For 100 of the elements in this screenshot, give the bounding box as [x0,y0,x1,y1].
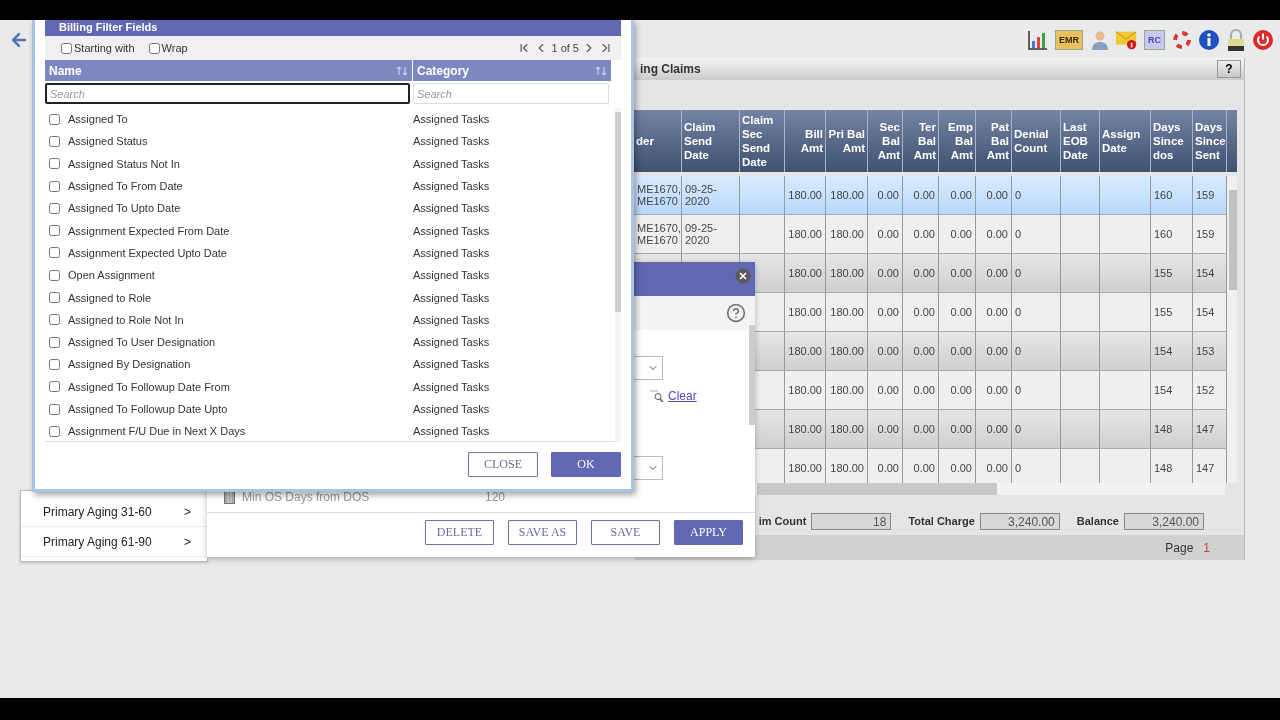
category-text: Assigned Tasks [413,269,491,282]
table-cell: 0.00 [868,293,903,331]
category-text: Assigned Tasks [413,403,491,415]
table-cell: 155 [1151,254,1193,292]
scrollbar[interactable] [1227,176,1237,483]
checkbox[interactable] [49,358,60,370]
table-cell: 180.00 [826,371,868,409]
rc-button[interactable]: RC [1144,30,1165,50]
table-cell: 180.00 [826,215,868,253]
table-cell: 0.00 [868,215,903,253]
field-name: Assigned To From Date [68,180,183,193]
column-header[interactable]: Bill Amt [785,110,826,172]
emr-button[interactable]: EMR [1055,30,1083,50]
category-text: Assigned Tasks [413,246,491,259]
summary-label: im Count [758,515,807,527]
dialog-button[interactable]: SAVE AS [508,520,577,545]
table-cell: 180.00 [785,293,826,331]
dialog-button[interactable]: CLOSE [468,452,538,477]
table-cell: 160 [1151,215,1193,253]
help-button[interactable]: ? [1217,60,1241,78]
column-header[interactable]: Pri Bal Amt [826,110,868,172]
table-cell: 0.00 [868,371,903,409]
summary-field: 18 [811,512,892,530]
checkbox[interactable] [49,336,60,348]
column-header[interactable]: Emp Bal Amt [939,110,976,172]
dialog-button[interactable]: SAVE [591,520,660,545]
table-row[interactable]: ME1670, ME1670 09-25-2020 180.00 180.00 0.00 0.00 0.00 0.00 0 160 159 [634,176,1227,215]
checkbox[interactable] [49,292,60,303]
field-name: Assigned to Role [68,291,152,304]
dialog-button[interactable]: DELETE [425,520,494,545]
summary-field: 3,240.00 [1124,512,1204,530]
criteria-name: Min OS Days from DOS [242,490,371,504]
checkbox[interactable] [49,202,60,214]
dialog-button[interactable]: OK [551,452,621,477]
checkbox[interactable] [49,247,60,259]
field-name: Assigned To [68,113,128,126]
last-page-icon[interactable] [599,41,613,55]
column-header[interactable]: Pat Bal Amt [976,110,1012,172]
table-cell: 0.00 [903,332,939,370]
search-field[interactable]: Search [45,83,410,104]
scrollbar[interactable] [615,108,621,443]
checkbox[interactable] [49,314,60,326]
column-header[interactable]: Days Since Sent [1193,110,1227,172]
column-header[interactable]: Sec Bal Amt [868,110,903,172]
checkbox[interactable] [61,42,72,54]
table-cell: 09-25-2020 [682,176,740,214]
checkbox[interactable] [49,403,60,415]
column-header[interactable]: Claim Sec Send Date [740,110,785,172]
checkbox[interactable] [49,113,60,125]
table-cell: 0 [1012,293,1061,331]
checkbox[interactable] [49,135,60,147]
help-icon[interactable] [726,303,746,323]
sidebar-item-label: Primary Aging 31-60 [43,504,152,519]
table-cell: 180.00 [826,410,868,448]
column-header[interactable]: Last EOB Date [1061,110,1100,172]
table-cell: 160 [1151,176,1193,214]
dialog-button[interactable]: APPLY [674,520,743,545]
checkbox[interactable] [148,42,160,54]
column-header[interactable]: Denial Count [1012,110,1061,172]
column-header[interactable]: Days Since dos [1151,110,1193,172]
table-cell: 0.00 [868,254,903,292]
table-cell: 180.00 [785,254,826,292]
table-cell: 0 [1012,332,1061,370]
field-name: Open Assignment [68,269,155,282]
table-cell: 0.00 [903,254,939,292]
field-name: Assigned By Designation [68,358,191,371]
info-icon[interactable] [1197,27,1221,53]
close-icon[interactable] [735,268,751,284]
criteria-value: 120 [485,490,506,504]
power-icon[interactable] [1251,27,1275,53]
column-header[interactable]: Name [45,60,413,81]
table-row[interactable]: ME1670, ME1670 09-25-2020 180.00 180.00 0.00 0.00 0.00 0.00 0 160 159 [634,215,1227,254]
category-text: Assigned Tasks [413,380,491,393]
table-cell: 0 [1012,410,1061,448]
checkbox[interactable] [49,381,60,393]
checkbox[interactable] [49,225,60,237]
option-label: Wrap [161,42,188,54]
field-name: Assignment Expected From Date [68,224,230,237]
checkbox[interactable] [49,158,60,170]
checkbox[interactable] [49,425,60,437]
column-header[interactable]: Claim Send Date [682,110,740,172]
checkbox[interactable] [49,180,60,192]
table-cell: 0 [1012,215,1061,253]
option-label: Starting with [74,42,135,54]
clear-link[interactable]: Clear [668,389,697,403]
chevron-text: > [184,504,191,519]
table-cell: 180.00 [785,332,826,370]
field-name: Assigned To Followup Date From [68,380,230,393]
scrollbar[interactable] [749,325,755,425]
table-cell: 0.00 [903,176,939,214]
table-cell: 0.00 [868,176,903,214]
table-cell: 0.00 [939,293,976,331]
column-header[interactable]: Category [413,60,612,81]
column-header[interactable]: Ter Bal Amt [903,110,939,172]
field-name: Assigned to Role Not In [68,313,184,326]
checkbox[interactable] [49,269,60,281]
back-arrow-icon[interactable] [9,30,29,50]
table-cell: 0.00 [976,293,1012,331]
table-cell: 180.00 [785,410,826,448]
column-header[interactable]: Assign Date [1100,110,1151,172]
